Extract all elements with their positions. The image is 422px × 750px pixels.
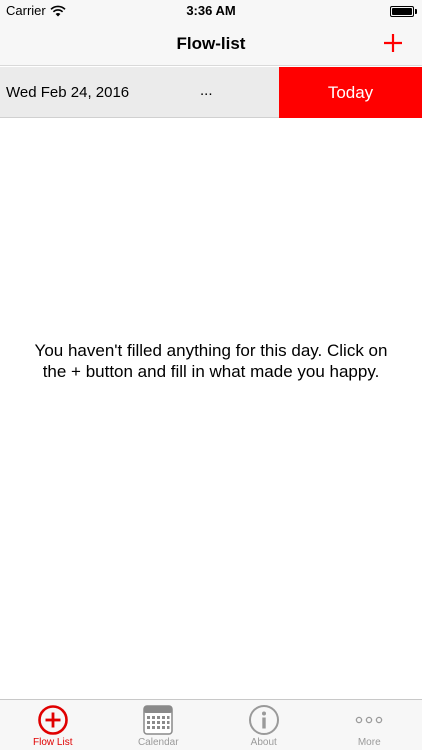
battery-tip	[415, 9, 417, 14]
date-more-button[interactable]: ...	[200, 82, 213, 99]
tab-label: Flow List	[33, 737, 73, 748]
tab-bar: Flow List Calendar About More	[0, 699, 422, 750]
tab-label: Calendar	[137, 737, 179, 748]
tab-label: About	[250, 737, 277, 748]
empty-state-message: You haven't filled anything for this day…	[34, 341, 388, 381]
tab-about[interactable]: About	[211, 700, 317, 750]
info-icon	[248, 705, 279, 735]
calendar-icon	[143, 705, 173, 735]
add-button[interactable]	[378, 28, 408, 58]
tab-label: More	[357, 737, 381, 748]
page-title: Flow-list	[176, 34, 246, 53]
navigation-bar: Flow-list	[0, 22, 422, 66]
plus-icon	[384, 34, 402, 52]
more-icon	[356, 716, 383, 724]
date-selector: Wed Feb 24, 2016 ... Today	[0, 67, 422, 118]
current-date: Wed Feb 24, 2016	[6, 84, 130, 101]
tab-more[interactable]: More	[317, 700, 422, 750]
status-bar: Carrier 3:36 AM	[0, 0, 422, 22]
tab-flow-list[interactable]: Flow List	[0, 700, 106, 750]
add-circle-icon	[37, 705, 68, 735]
battery-icon	[390, 6, 414, 17]
status-time: 3:36 AM	[186, 3, 236, 18]
tab-calendar[interactable]: Calendar	[106, 700, 212, 750]
today-button[interactable]: Today	[279, 67, 422, 118]
